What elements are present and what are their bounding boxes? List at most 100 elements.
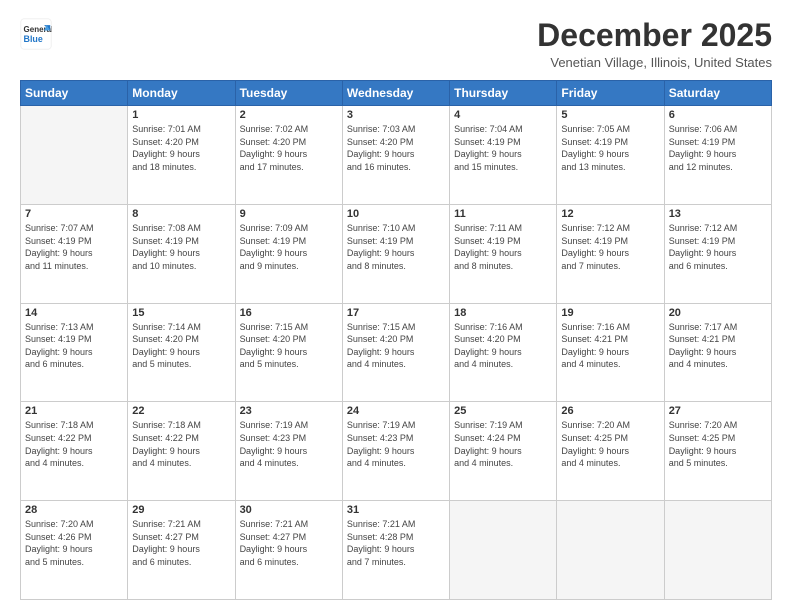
calendar-cell: 30 Sunrise: 7:21 AMSunset: 4:27 PMDayligh… [235, 501, 342, 600]
day-info: Sunrise: 7:01 AMSunset: 4:20 PMDaylight:… [132, 123, 230, 173]
day-info: Sunrise: 7:15 AMSunset: 4:20 PMDaylight:… [240, 321, 338, 371]
month-title: December 2025 [537, 18, 772, 53]
day-number: 31 [347, 504, 445, 516]
calendar-table: SundayMondayTuesdayWednesdayThursdayFrid… [20, 80, 772, 600]
day-number: 26 [561, 405, 659, 417]
calendar-cell: 10 Sunrise: 7:10 AMSunset: 4:19 PMDayligh… [342, 204, 449, 303]
calendar-cell: 2 Sunrise: 7:02 AMSunset: 4:20 PMDaylight… [235, 106, 342, 205]
day-info: Sunrise: 7:06 AMSunset: 4:19 PMDaylight:… [669, 123, 767, 173]
calendar-cell: 26 Sunrise: 7:20 AMSunset: 4:25 PMDayligh… [557, 402, 664, 501]
day-number: 1 [132, 109, 230, 121]
calendar-cell: 29 Sunrise: 7:21 AMSunset: 4:27 PMDayligh… [128, 501, 235, 600]
day-number: 19 [561, 307, 659, 319]
day-number: 12 [561, 208, 659, 220]
day-of-week-header: Wednesday [342, 81, 449, 106]
day-number: 24 [347, 405, 445, 417]
day-number: 28 [25, 504, 123, 516]
calendar-cell: 1 Sunrise: 7:01 AMSunset: 4:20 PMDaylight… [128, 106, 235, 205]
calendar-cell: 31Sunrise: 7:21 AMSunset: 4:28 PMDayligh… [342, 501, 449, 600]
day-info: Sunrise: 7:09 AMSunset: 4:19 PMDaylight:… [240, 222, 338, 272]
day-number: 6 [669, 109, 767, 121]
day-info: Sunrise: 7:17 AMSunset: 4:21 PMDaylight:… [669, 321, 767, 371]
calendar-cell: 20 Sunrise: 7:17 AMSunset: 4:21 PMDayligh… [664, 303, 771, 402]
location: Venetian Village, Illinois, United State… [537, 55, 772, 70]
calendar-cell: 6 Sunrise: 7:06 AMSunset: 4:19 PMDaylight… [664, 106, 771, 205]
day-info: Sunrise: 7:16 AMSunset: 4:20 PMDaylight:… [454, 321, 552, 371]
day-number: 7 [25, 208, 123, 220]
day-of-week-header: Monday [128, 81, 235, 106]
calendar-cell: 4Sunrise: 7:04 AMSunset: 4:19 PMDaylight… [450, 106, 557, 205]
calendar-cell: 27 Sunrise: 7:20 AMSunset: 4:25 PMDayligh… [664, 402, 771, 501]
day-number: 22 [132, 405, 230, 417]
day-number: 14 [25, 307, 123, 319]
calendar-cell: 17 Sunrise: 7:15 AMSunset: 4:20 PMDayligh… [342, 303, 449, 402]
day-number: 5 [561, 109, 659, 121]
logo-icon: General Blue [20, 18, 52, 50]
day-info: Sunrise: 7:12 AMSunset: 4:19 PMDaylight:… [561, 222, 659, 272]
day-number: 15 [132, 307, 230, 319]
calendar-cell: 28Sunrise: 7:20 AMSunset: 4:26 PMDayligh… [21, 501, 128, 600]
header: General Blue December 2025 Venetian Vill… [20, 18, 772, 70]
calendar-cell: 21Sunrise: 7:18 AMSunset: 4:22 PMDayligh… [21, 402, 128, 501]
day-info: Sunrise: 7:18 AMSunset: 4:22 PMDaylight:… [25, 419, 123, 469]
calendar-cell: 5Sunrise: 7:05 AMSunset: 4:19 PMDaylight… [557, 106, 664, 205]
day-of-week-header: Friday [557, 81, 664, 106]
day-info: Sunrise: 7:12 AMSunset: 4:19 PMDaylight:… [669, 222, 767, 272]
day-of-week-header: Saturday [664, 81, 771, 106]
calendar-cell [450, 501, 557, 600]
day-number: 18 [454, 307, 552, 319]
day-info: Sunrise: 7:18 AMSunset: 4:22 PMDaylight:… [132, 419, 230, 469]
title-block: December 2025 Venetian Village, Illinois… [537, 18, 772, 70]
day-number: 11 [454, 208, 552, 220]
day-number: 29 [132, 504, 230, 516]
calendar-cell: 9 Sunrise: 7:09 AMSunset: 4:19 PMDaylight… [235, 204, 342, 303]
calendar-cell: 16 Sunrise: 7:15 AMSunset: 4:20 PMDayligh… [235, 303, 342, 402]
calendar-cell: 22 Sunrise: 7:18 AMSunset: 4:22 PMDayligh… [128, 402, 235, 501]
day-number: 17 [347, 307, 445, 319]
day-info: Sunrise: 7:20 AMSunset: 4:25 PMDaylight:… [561, 419, 659, 469]
day-of-week-header: Tuesday [235, 81, 342, 106]
day-number: 8 [132, 208, 230, 220]
day-info: Sunrise: 7:19 AMSunset: 4:23 PMDaylight:… [347, 419, 445, 469]
day-info: Sunrise: 7:15 AMSunset: 4:20 PMDaylight:… [347, 321, 445, 371]
calendar-cell [21, 106, 128, 205]
day-number: 3 [347, 109, 445, 121]
day-of-week-header: Thursday [450, 81, 557, 106]
day-info: Sunrise: 7:19 AMSunset: 4:23 PMDaylight:… [240, 419, 338, 469]
calendar-cell: 23 Sunrise: 7:19 AMSunset: 4:23 PMDayligh… [235, 402, 342, 501]
calendar-cell: 11 Sunrise: 7:11 AMSunset: 4:19 PMDayligh… [450, 204, 557, 303]
day-of-week-header: Sunday [21, 81, 128, 106]
calendar-cell: 25Sunrise: 7:19 AMSunset: 4:24 PMDayligh… [450, 402, 557, 501]
calendar-cell [664, 501, 771, 600]
day-number: 10 [347, 208, 445, 220]
day-info: Sunrise: 7:21 AMSunset: 4:27 PMDaylight:… [240, 518, 338, 568]
calendar-cell: 14Sunrise: 7:13 AMSunset: 4:19 PMDayligh… [21, 303, 128, 402]
day-info: Sunrise: 7:07 AMSunset: 4:19 PMDaylight:… [25, 222, 123, 272]
day-info: Sunrise: 7:20 AMSunset: 4:25 PMDaylight:… [669, 419, 767, 469]
day-number: 23 [240, 405, 338, 417]
day-number: 9 [240, 208, 338, 220]
day-info: Sunrise: 7:02 AMSunset: 4:20 PMDaylight:… [240, 123, 338, 173]
day-number: 25 [454, 405, 552, 417]
calendar-cell [557, 501, 664, 600]
day-number: 30 [240, 504, 338, 516]
day-info: Sunrise: 7:11 AMSunset: 4:19 PMDaylight:… [454, 222, 552, 272]
page: General Blue December 2025 Venetian Vill… [0, 0, 792, 612]
day-number: 16 [240, 307, 338, 319]
day-number: 20 [669, 307, 767, 319]
day-number: 27 [669, 405, 767, 417]
day-info: Sunrise: 7:14 AMSunset: 4:20 PMDaylight:… [132, 321, 230, 371]
svg-text:Blue: Blue [24, 34, 43, 44]
day-info: Sunrise: 7:08 AMSunset: 4:19 PMDaylight:… [132, 222, 230, 272]
day-info: Sunrise: 7:03 AMSunset: 4:20 PMDaylight:… [347, 123, 445, 173]
logo: General Blue [20, 18, 52, 50]
calendar-cell: 3 Sunrise: 7:03 AMSunset: 4:20 PMDaylight… [342, 106, 449, 205]
day-info: Sunrise: 7:21 AMSunset: 4:27 PMDaylight:… [132, 518, 230, 568]
calendar-cell: 8 Sunrise: 7:08 AMSunset: 4:19 PMDaylight… [128, 204, 235, 303]
calendar-cell: 12 Sunrise: 7:12 AMSunset: 4:19 PMDayligh… [557, 204, 664, 303]
day-info: Sunrise: 7:04 AMSunset: 4:19 PMDaylight:… [454, 123, 552, 173]
day-info: Sunrise: 7:10 AMSunset: 4:19 PMDaylight:… [347, 222, 445, 272]
calendar-cell: 18 Sunrise: 7:16 AMSunset: 4:20 PMDayligh… [450, 303, 557, 402]
day-number: 2 [240, 109, 338, 121]
day-info: Sunrise: 7:16 AMSunset: 4:21 PMDaylight:… [561, 321, 659, 371]
